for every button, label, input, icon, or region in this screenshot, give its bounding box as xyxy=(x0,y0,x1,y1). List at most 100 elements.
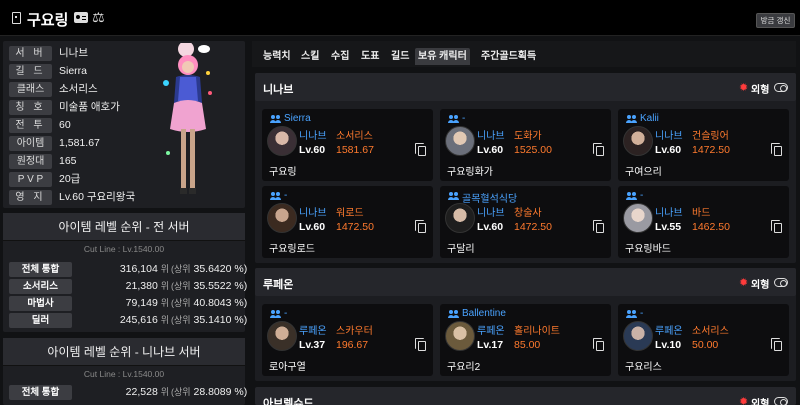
character-card[interactable]: - 루페온 스카우터 Lv.37 196.67 로아구열 xyxy=(262,304,433,376)
tab-collection[interactable]: 수집 xyxy=(328,48,352,65)
character-class: 창술사 xyxy=(514,208,542,219)
tab-skills[interactable]: 스킬 xyxy=(298,48,322,65)
rank-percent: (상위 35.5522 %) xyxy=(171,280,248,292)
profile-value: 미술품 애호가 xyxy=(59,101,120,113)
profile-label: 원정대 xyxy=(9,154,52,169)
character-name: 구요리2 xyxy=(447,362,481,373)
character-item-level: 1525.00 xyxy=(514,144,552,156)
tab-stats[interactable]: 능력치 xyxy=(260,48,294,65)
server-section: 루페온 ✹ 외형 - 루페온 스카우터 Lv.37 196.67 로아구열 Ba… xyxy=(255,268,796,381)
copy-icon[interactable] xyxy=(771,338,782,351)
character-card[interactable]: Kalii 니나브 건슬링어 Lv.60 1472.50 구여으리 xyxy=(618,109,789,181)
character-card[interactable]: - 니나브 워로드 Lv.60 1472.50 구요링로드 xyxy=(262,186,433,258)
character-item-level: 1581.67 xyxy=(336,144,374,156)
outfit-toggle[interactable] xyxy=(774,83,788,92)
sun-icon: ✹ xyxy=(739,277,749,289)
copy-icon[interactable] xyxy=(771,220,782,233)
outfit-toggle[interactable] xyxy=(774,397,788,405)
refresh-button[interactable]: 방금 갱신 xyxy=(756,13,795,28)
character-level: Lv.60 xyxy=(299,221,326,233)
character-level: Lv.60 xyxy=(299,144,326,156)
character-card[interactable]: Ballentine 루페온 홀리나이트 Lv.17 85.00 구요리2 xyxy=(440,304,611,376)
main-content: 능력치 스킬 수집 도표 길드 보유 캐릭터 주간골드획득 니나브 ✹ 외형 S… xyxy=(252,41,796,405)
guild-name: Ballentine xyxy=(462,308,506,319)
copy-icon[interactable] xyxy=(415,143,426,156)
tab-chart[interactable]: 도표 xyxy=(358,48,382,65)
profile-value: 소서리스 xyxy=(59,83,98,95)
guild-name: Kalii xyxy=(640,113,659,124)
avatar xyxy=(623,126,653,156)
rank-value: 245,616 위 xyxy=(119,314,169,326)
avatar xyxy=(623,203,653,233)
server-name: 아브렐슈드 xyxy=(263,398,314,405)
copy-icon[interactable] xyxy=(415,338,426,351)
character-level: Lv.60 xyxy=(477,221,504,233)
character-item-level: 1462.50 xyxy=(692,221,730,233)
character-card[interactable]: Sierra 니나브 소서리스 Lv.60 1581.67 구요링 xyxy=(262,109,433,181)
outfit-toggle[interactable] xyxy=(774,278,788,287)
character-card[interactable]: - 니나브 도화가 Lv.60 1525.00 구요링화가 xyxy=(440,109,611,181)
server-section-header: 루페온 ✹ 외형 xyxy=(255,268,796,296)
avatar xyxy=(445,321,475,351)
character-name: 구요링 xyxy=(269,167,297,178)
character-avatar-image xyxy=(163,43,212,194)
copy-icon[interactable] xyxy=(593,220,604,233)
scale-icon[interactable]: ⚖ xyxy=(92,9,105,26)
character-card[interactable]: 골목혈석식당 니나브 창술사 Lv.60 1472.50 구달리 xyxy=(440,186,611,258)
rank-percent: (상위 40.8043 %) xyxy=(171,297,248,309)
character-server: 루페온 xyxy=(299,326,327,337)
people-icon xyxy=(448,115,459,123)
cutline-text: Cut Line : Lv.1540.00 xyxy=(83,244,165,254)
character-class: 홀리나이트 xyxy=(514,326,560,337)
server-section-header: 아브렐슈드 ✹ 외형 xyxy=(255,387,796,405)
outfit-label: 외형 xyxy=(751,399,770,405)
people-icon xyxy=(270,310,281,318)
copy-icon[interactable] xyxy=(593,338,604,351)
character-level: Lv.10 xyxy=(655,339,682,351)
guild-name: Sierra xyxy=(284,113,311,124)
profile-value: 20급 xyxy=(59,173,81,185)
character-name: 구요링화가 xyxy=(447,167,493,178)
copy-icon[interactable] xyxy=(415,220,426,233)
people-icon xyxy=(270,115,281,123)
profile-label: P V P xyxy=(9,172,52,187)
profile-label: 칭 호 xyxy=(9,100,52,115)
character-server: 니나브 xyxy=(299,131,327,142)
copy-icon[interactable] xyxy=(771,143,782,156)
rank-label: 전체 통합 xyxy=(9,262,72,277)
people-icon xyxy=(270,192,281,200)
character-item-level: 50.00 xyxy=(692,339,719,351)
profile-value: Lv.60 구요리왕국 xyxy=(59,191,136,203)
rank-panel-server: 아이템 레벨 순위 - 니나브 서버 Cut Line : Lv.1540.00… xyxy=(3,338,247,405)
server-section-header: 니나브 ✹ 외형 xyxy=(255,73,796,101)
character-class: 스카우터 xyxy=(336,326,373,337)
rank-row: 전체 통합 316,104 위 (상위 35.6420 %) xyxy=(9,262,247,277)
character-class: 소서리스 xyxy=(692,326,729,337)
sun-icon: ✹ xyxy=(739,82,749,94)
guild-name: - xyxy=(462,113,466,124)
rank-panel-title: 아이템 레벨 순위 - 니나브 서버 xyxy=(3,338,245,366)
character-class: 워로드 xyxy=(336,208,364,219)
character-card[interactable]: - 루페온 소서리스 Lv.10 50.00 구요리스 xyxy=(618,304,789,376)
avatar xyxy=(445,203,475,233)
tab-weekly-gold[interactable]: 주간골드획득 xyxy=(478,48,539,65)
bookmark-icon[interactable] xyxy=(12,12,21,24)
guild-name: 골목혈석식당 xyxy=(462,194,518,205)
character-server: 니나브 xyxy=(655,131,683,142)
character-card[interactable]: - 니나브 바드 Lv.55 1462.50 구요링바드 xyxy=(618,186,789,258)
cutline-text: Cut Line : Lv.1540.00 xyxy=(83,369,165,379)
outfit-label: 외형 xyxy=(751,280,770,291)
tab-bar: 능력치 스킬 수집 도표 길드 보유 캐릭터 주간골드획득 xyxy=(252,41,796,67)
avatar xyxy=(445,126,475,156)
tab-owned-characters[interactable]: 보유 캐릭터 xyxy=(415,48,470,65)
character-server: 루페온 xyxy=(655,326,683,337)
id-card-icon[interactable] xyxy=(74,12,88,23)
profile-value: 니나브 xyxy=(59,47,88,59)
guild-name: - xyxy=(640,308,644,319)
people-icon xyxy=(626,310,637,318)
guild-name: - xyxy=(284,190,288,201)
copy-icon[interactable] xyxy=(593,143,604,156)
character-name: 구요링로드 xyxy=(269,244,315,255)
rank-value: 22,528 위 xyxy=(125,386,169,398)
tab-guild[interactable]: 길드 xyxy=(388,48,412,65)
